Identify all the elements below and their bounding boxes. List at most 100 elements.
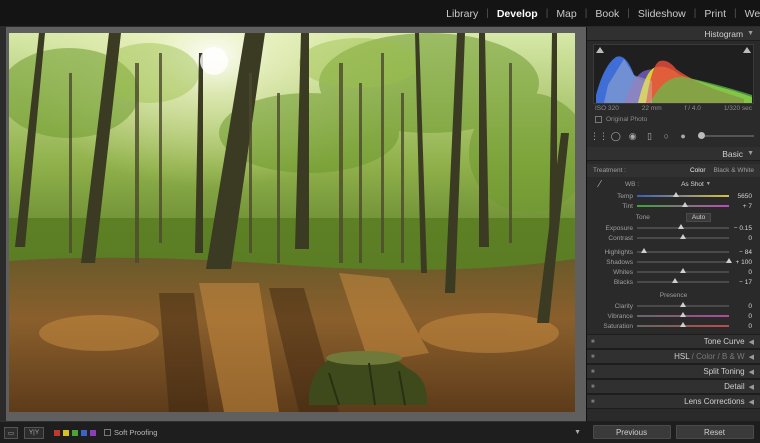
auto-tone-button[interactable]: Auto — [685, 212, 712, 222]
original-photo-checkbox[interactable] — [595, 116, 602, 123]
vibrance-value[interactable]: 0 — [748, 313, 752, 320]
saturation-value[interactable]: 0 — [748, 323, 752, 330]
temp-slider[interactable]: Temp 5650 — [587, 191, 760, 201]
exposure-thumb[interactable] — [678, 224, 685, 229]
soft-proofing-checkbox[interactable] — [104, 429, 111, 436]
panel-switch-icon[interactable]: ■ — [591, 339, 595, 345]
saturation-thumb[interactable] — [680, 322, 686, 327]
tab-bw[interactable]: B & W — [722, 352, 745, 361]
tint-track[interactable] — [637, 202, 729, 207]
photo-viewer[interactable] — [6, 27, 586, 421]
blacks-thumb[interactable] — [671, 278, 678, 283]
contrast-thumb[interactable] — [680, 234, 686, 239]
temp-value[interactable]: 5650 — [738, 193, 752, 200]
color-label-yellow[interactable] — [63, 429, 69, 436]
split-toning-header[interactable]: ■ Split Toning ◀ — [587, 364, 760, 379]
grid-overlay-icon[interactable]: ⋮⋮ — [590, 130, 608, 142]
module-slideshow[interactable]: Slideshow — [630, 8, 694, 20]
original-photo-label: Original Photo — [606, 116, 648, 123]
highlights-slider[interactable]: Highlights − 84 — [587, 247, 760, 257]
module-develop[interactable]: Develop — [489, 8, 546, 20]
soft-proofing-toggle[interactable]: Soft Proofing — [104, 428, 157, 437]
module-library[interactable]: Library — [438, 8, 486, 20]
shadows-thumb[interactable] — [726, 258, 732, 263]
highlights-thumb[interactable] — [641, 248, 648, 253]
crop-icon[interactable]: ◯ — [610, 130, 622, 142]
forest-photo[interactable] — [9, 33, 575, 412]
tab-color[interactable]: Color — [696, 352, 715, 361]
temp-track[interactable] — [637, 192, 729, 197]
graduated-filter-icon[interactable]: ○ — [660, 130, 672, 142]
vibrance-thumb[interactable] — [680, 312, 686, 317]
spot-removal-icon[interactable]: ◉ — [627, 130, 639, 142]
red-eye-icon[interactable]: ▯ — [643, 130, 655, 142]
contrast-value[interactable]: 0 — [748, 235, 752, 242]
clarity-slider[interactable]: Clarity 0 — [587, 301, 760, 311]
whites-track[interactable] — [637, 268, 729, 273]
vibrance-slider[interactable]: Vibrance 0 — [587, 311, 760, 321]
shadows-slider[interactable]: Shadows + 100 — [587, 257, 760, 267]
eyedropper-icon[interactable]: ⁄ — [593, 177, 607, 191]
basic-header[interactable]: Basic ▼ — [587, 147, 760, 161]
color-label-green[interactable] — [72, 429, 78, 436]
tab-hsl[interactable]: HSL — [674, 352, 689, 361]
lens-corrections-header[interactable]: ■ Lens Corrections ◀ — [587, 394, 760, 409]
exposure-slider[interactable]: Exposure − 0.15 — [587, 223, 760, 233]
tone-curve-header[interactable]: ■ Tone Curve ◀ — [587, 334, 760, 349]
module-book[interactable]: Book — [587, 8, 627, 20]
color-label-purple[interactable] — [90, 429, 96, 436]
reset-button[interactable]: Reset — [675, 425, 754, 439]
saturation-track[interactable] — [637, 322, 729, 327]
shadows-value[interactable]: + 100 — [736, 259, 752, 266]
toolbar-menu-chevron-icon[interactable]: ▼ — [574, 429, 581, 436]
highlight-clipping-icon[interactable] — [743, 47, 751, 53]
wb-preset-select[interactable]: As Shot — [681, 181, 704, 188]
tint-thumb[interactable] — [681, 202, 688, 207]
whites-thumb[interactable] — [680, 268, 686, 273]
tint-value[interactable]: + 7 — [743, 203, 752, 210]
blacks-slider[interactable]: Blacks − 17 — [587, 277, 760, 287]
panel-switch-icon[interactable]: ■ — [591, 384, 595, 390]
treatment-bw-option[interactable]: Black & White — [714, 167, 754, 174]
module-map[interactable]: Map — [548, 8, 584, 20]
tool-amount-slider[interactable] — [697, 132, 754, 139]
loupe-view-icon[interactable]: ▭ — [4, 426, 18, 439]
whites-value[interactable]: 0 — [748, 269, 752, 276]
module-web[interactable]: Web — [737, 8, 760, 20]
tone-curve-title: Tone Curve — [703, 337, 745, 346]
blacks-value[interactable]: − 17 — [739, 279, 752, 286]
vibrance-track[interactable] — [637, 312, 729, 317]
treatment-color-option[interactable]: Color — [690, 167, 706, 174]
clarity-value[interactable]: 0 — [748, 303, 752, 310]
panel-switch-icon[interactable]: ■ — [591, 354, 595, 360]
shadow-clipping-icon[interactable] — [596, 47, 604, 53]
whites-slider[interactable]: Whites 0 — [587, 267, 760, 277]
histogram[interactable] — [593, 44, 754, 104]
adjustment-brush-icon[interactable]: ● — [677, 130, 689, 142]
highlights-track[interactable] — [637, 248, 729, 253]
clarity-thumb[interactable] — [680, 302, 686, 307]
color-label-red[interactable] — [54, 429, 60, 436]
color-label-blue[interactable] — [81, 429, 87, 436]
previous-button[interactable]: Previous — [592, 425, 671, 439]
blacks-track[interactable] — [637, 278, 729, 283]
contrast-slider[interactable]: Contrast 0 — [587, 233, 760, 243]
saturation-slider[interactable]: Saturation 0 — [587, 321, 760, 331]
panel-switch-icon[interactable]: ■ — [591, 399, 595, 405]
detail-header[interactable]: ■ Detail ◀ — [587, 379, 760, 394]
temp-thumb[interactable] — [672, 192, 679, 197]
panel-switch-icon[interactable]: ■ — [591, 369, 595, 375]
before-after-button[interactable]: Y|Y — [24, 426, 44, 439]
contrast-track[interactable] — [637, 234, 729, 239]
histogram-header[interactable]: Histogram ▼ — [587, 27, 760, 41]
exposure-value[interactable]: − 0.15 — [734, 225, 752, 232]
hsl-header[interactable]: ■ HSL / Color / B & W ◀ — [587, 349, 760, 364]
highlights-value[interactable]: − 84 — [739, 249, 752, 256]
clarity-track[interactable] — [637, 302, 729, 307]
exposure-track[interactable] — [637, 224, 729, 229]
shadows-track[interactable] — [637, 258, 732, 263]
module-print[interactable]: Print — [696, 8, 734, 20]
tint-slider[interactable]: Tint + 7 — [587, 201, 760, 211]
tool-amount-knob[interactable] — [697, 132, 705, 139]
original-photo-row[interactable]: Original Photo — [595, 116, 752, 123]
